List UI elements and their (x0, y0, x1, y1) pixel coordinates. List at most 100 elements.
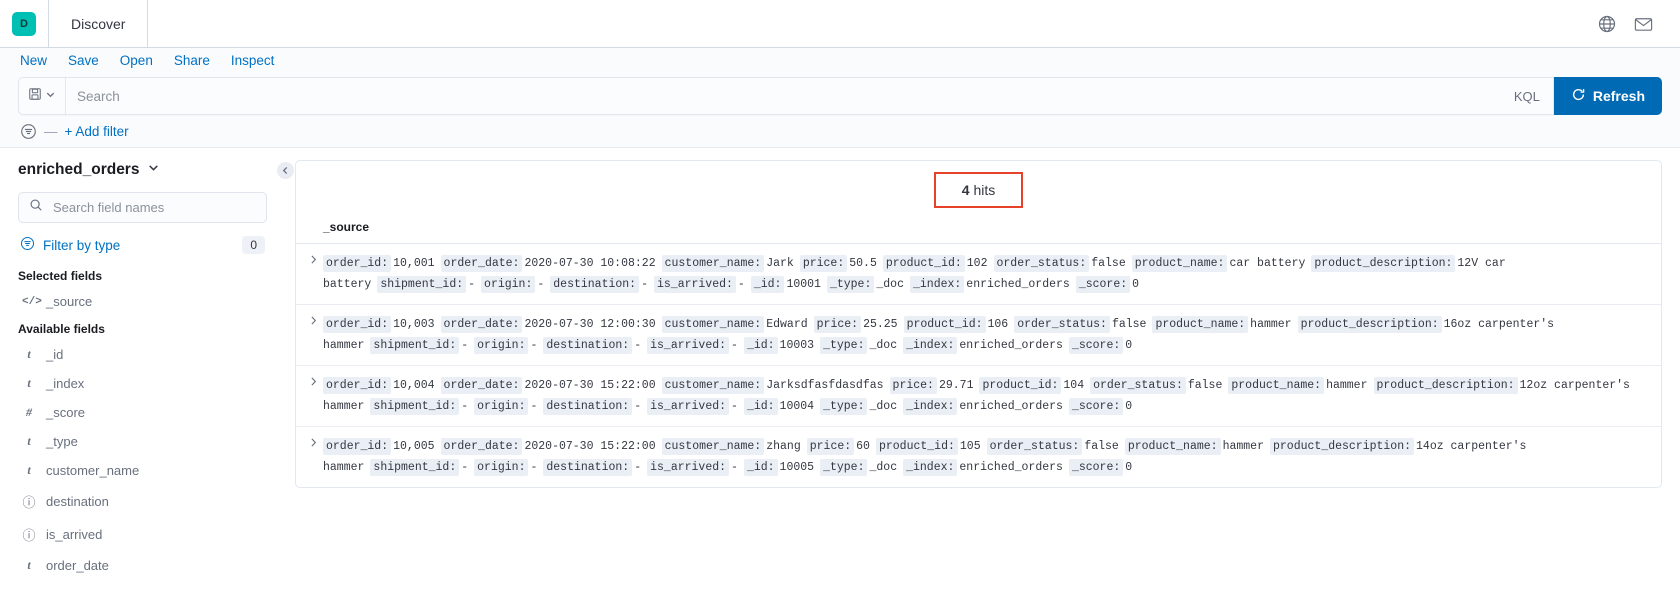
chevron-right-icon[interactable] (304, 436, 323, 448)
field-key: _type: (820, 459, 868, 476)
field-value: 60 (856, 440, 870, 453)
field-value: 0 (1125, 461, 1133, 474)
field-name: order_date (46, 558, 109, 573)
field-search-box[interactable] (18, 192, 267, 223)
field-key: _index: (903, 337, 958, 354)
field-value: 10,001 (393, 257, 435, 270)
field-value: - (461, 339, 469, 352)
field-value: 10,005 (393, 440, 435, 453)
chevron-right-icon[interactable] (304, 375, 323, 387)
field-key: order_id: (323, 255, 392, 272)
field-value: 2020-07-30 10:08:22 (524, 257, 656, 270)
field-name: customer_name (46, 463, 140, 478)
menu-share-button[interactable]: Share (174, 53, 210, 68)
search-field-names-input[interactable] (51, 199, 256, 216)
field-name: is_arrived (46, 527, 103, 542)
field-value: Jarksdfasfdasdfas (766, 379, 884, 392)
saved-query-button[interactable] (19, 78, 66, 114)
documents-panel: 4 hits _source order_id: 10,001 order_date… (295, 160, 1662, 488)
field-value: 10003 (779, 339, 815, 352)
field-name: _id (46, 347, 64, 362)
field-item-destination[interactable]: ⓘ destination (18, 485, 267, 518)
field-key: product_description: (1373, 377, 1518, 394)
field-item-score[interactable]: # _score (18, 398, 267, 427)
field-value: 2020-07-30 15:22:00 (524, 379, 656, 392)
refresh-button[interactable]: Refresh (1553, 77, 1662, 115)
field-value: - (634, 461, 642, 474)
field-value: - (461, 461, 469, 474)
field-value: car battery (1229, 257, 1306, 270)
query-language-button[interactable]: KQL (1501, 78, 1553, 114)
top-navigation-bar: D Discover (0, 0, 1680, 48)
field-value: _doc (869, 339, 898, 352)
refresh-icon (1571, 87, 1586, 105)
field-name: _source (46, 294, 93, 309)
filter-icon[interactable] (20, 123, 37, 140)
collapse-panel-icon[interactable] (277, 162, 294, 179)
menu-inspect-button[interactable]: Inspect (231, 53, 275, 68)
app-logo-cell[interactable]: D (0, 0, 49, 47)
field-name: destination (46, 494, 109, 509)
field-key: order_status: (1090, 377, 1186, 394)
field-key: is_arrived: (647, 459, 730, 476)
field-sidebar: enriched_orders Filter by type 0 Selecte (0, 148, 294, 591)
field-key: _index: (903, 398, 958, 415)
chevron-right-icon[interactable] (304, 314, 323, 326)
field-value: - (731, 400, 738, 413)
field-value: 10004 (779, 400, 815, 413)
field-type-string-icon: t (27, 434, 31, 448)
field-item-customer-name[interactable]: t customer_name (18, 456, 267, 485)
field-item-is-arrived[interactable]: ⓘ is_arrived (18, 518, 267, 551)
selected-fields-heading: Selected fields (18, 269, 103, 283)
field-name: _score (46, 405, 86, 420)
field-key: _id: (743, 337, 778, 354)
field-value: false (1091, 257, 1126, 270)
add-filter-button[interactable]: + Add filter (65, 124, 129, 139)
field-name: _index (46, 376, 85, 391)
field-key: order_status: (993, 255, 1090, 272)
field-name: _type (46, 434, 78, 449)
field-value: Jark (766, 257, 794, 270)
field-value: - (530, 461, 538, 474)
table-row: order_id: 10,004 order_date: 2020-07-30 15:… (296, 366, 1661, 427)
field-value: - (634, 400, 642, 413)
field-value: - (530, 339, 538, 352)
field-item-id[interactable]: t _id (18, 340, 267, 369)
source-cell: order_id: 10,005 order_date: 2020-07-30 15:… (323, 436, 1651, 478)
menu-save-button[interactable]: Save (68, 53, 99, 68)
field-item-type[interactable]: t _type (18, 427, 267, 456)
index-pattern-selector[interactable]: enriched_orders (18, 161, 267, 179)
field-value: - (468, 278, 476, 291)
field-key: shipment_id: (370, 459, 460, 476)
page-title: Discover (71, 15, 126, 32)
field-key: product_description: (1269, 438, 1415, 455)
field-type-string-icon: t (27, 463, 31, 477)
menu-open-button[interactable]: Open (120, 53, 153, 68)
field-key: _id: (750, 276, 785, 293)
field-value: false (1111, 318, 1147, 331)
field-item-order-date[interactable]: t order_date (18, 551, 267, 580)
field-key: shipment_id: (370, 398, 460, 415)
field-value: - (530, 400, 538, 413)
app-title-cell: Discover (49, 0, 149, 47)
field-item-source[interactable]: </> _source (18, 287, 267, 316)
hits-counter: 4 hits (933, 172, 1024, 208)
field-key: order_date: (440, 255, 523, 272)
field-value: 10,004 (393, 379, 435, 392)
field-key: destination: (543, 459, 633, 476)
filter-by-type-button[interactable]: Filter by type 0 (18, 227, 267, 263)
chevron-right-icon[interactable] (304, 253, 323, 265)
field-key: destination: (543, 398, 633, 415)
field-value: zhang (766, 440, 801, 453)
globe-icon[interactable] (1596, 13, 1618, 35)
field-value: 2020-07-30 12:00:30 (524, 318, 656, 331)
field-key: customer_name: (661, 438, 765, 455)
field-item-index[interactable]: t _index (18, 369, 267, 398)
mail-icon[interactable] (1632, 13, 1654, 35)
field-value: false (1084, 440, 1119, 453)
search-input[interactable] (66, 78, 1501, 114)
field-type-unknown-icon: ⓘ (22, 495, 36, 510)
menu-new-button[interactable]: New (20, 53, 47, 68)
field-value: 0 (1125, 400, 1133, 413)
